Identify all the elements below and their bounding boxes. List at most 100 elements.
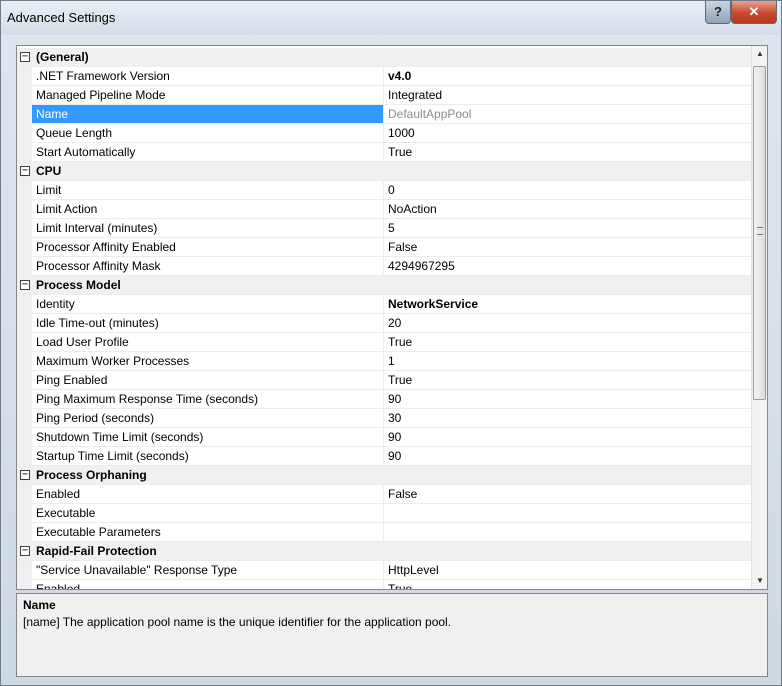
property-value[interactable]: True xyxy=(384,371,751,389)
property-value[interactable]: True xyxy=(384,333,751,351)
property-value[interactable] xyxy=(384,504,751,522)
property-value[interactable]: 30 xyxy=(384,409,751,427)
property-name[interactable]: Identity xyxy=(32,295,384,313)
property-name[interactable]: Processor Affinity Mask xyxy=(32,257,384,275)
property-value[interactable]: 90 xyxy=(384,428,751,446)
property-name[interactable]: Startup Time Limit (seconds) xyxy=(32,447,384,465)
property-value[interactable]: Integrated xyxy=(384,86,751,104)
property-name[interactable]: Processor Affinity Enabled xyxy=(32,238,384,256)
title-bar[interactable]: Advanced Settings ? ✕ xyxy=(1,1,781,35)
property-value[interactable]: NetworkService xyxy=(384,295,751,313)
property-row[interactable]: Limit 0 xyxy=(17,181,751,200)
property-row[interactable]: Ping Period (seconds) 30 xyxy=(17,409,751,428)
help-button[interactable]: ? xyxy=(705,1,731,24)
property-name[interactable]: Executable Parameters xyxy=(32,523,384,541)
property-value[interactable]: False xyxy=(384,485,751,503)
property-row[interactable]: Identity NetworkService xyxy=(17,295,751,314)
category-row[interactable]: − Process Orphaning xyxy=(17,466,751,485)
collapse-toggle-icon[interactable]: − xyxy=(20,52,30,62)
property-value[interactable] xyxy=(384,523,751,541)
property-name[interactable]: Limit xyxy=(32,181,384,199)
property-value[interactable]: 90 xyxy=(384,447,751,465)
collapse-toggle-icon[interactable]: − xyxy=(20,166,30,176)
property-row[interactable]: Executable Parameters xyxy=(17,523,751,542)
collapse-toggle-icon[interactable]: − xyxy=(20,470,30,480)
row-gutter xyxy=(17,352,32,371)
property-name[interactable]: Maximum Worker Processes xyxy=(32,352,384,370)
property-value[interactable]: NoAction xyxy=(384,200,751,218)
property-row[interactable]: "Service Unavailable" Response Type HttpL… xyxy=(17,561,751,580)
property-name[interactable]: Idle Time-out (minutes) xyxy=(32,314,384,332)
property-row[interactable]: Startup Time Limit (seconds) 90 xyxy=(17,447,751,466)
property-value[interactable]: True xyxy=(384,143,751,161)
property-value[interactable]: False xyxy=(384,238,751,256)
property-name[interactable]: Executable xyxy=(32,504,384,522)
property-name[interactable]: Load User Profile xyxy=(32,333,384,351)
row-gutter xyxy=(17,143,32,162)
property-row[interactable]: Maximum Worker Processes 1 xyxy=(17,352,751,371)
collapse-toggle-icon[interactable]: − xyxy=(20,280,30,290)
property-row[interactable]: Enabled False xyxy=(17,485,751,504)
property-name[interactable]: Enabled xyxy=(32,485,384,503)
row-gutter xyxy=(17,409,32,428)
close-button[interactable]: ✕ xyxy=(731,1,777,24)
property-row[interactable]: Ping Enabled True xyxy=(17,371,751,390)
category-row[interactable]: − Rapid-Fail Protection xyxy=(17,542,751,561)
property-value[interactable]: True xyxy=(384,580,751,589)
property-row[interactable]: Managed Pipeline Mode Integrated xyxy=(17,86,751,105)
property-name[interactable]: Limit Action xyxy=(32,200,384,218)
property-name[interactable]: Ping Maximum Response Time (seconds) xyxy=(32,390,384,408)
scroll-down-arrow-icon[interactable]: ▼ xyxy=(752,573,767,589)
vertical-scrollbar[interactable]: ▲ ▼ xyxy=(751,46,767,589)
property-name[interactable]: Name xyxy=(32,105,384,123)
property-name[interactable]: Queue Length xyxy=(32,124,384,142)
property-name[interactable]: Enabled xyxy=(32,580,384,589)
property-name[interactable]: "Service Unavailable" Response Type xyxy=(32,561,384,579)
property-name[interactable]: Ping Enabled xyxy=(32,371,384,389)
property-row[interactable]: Processor Affinity Mask 4294967295 xyxy=(17,257,751,276)
property-value[interactable]: 90 xyxy=(384,390,751,408)
scrollbar-thumb[interactable] xyxy=(753,66,766,400)
row-gutter xyxy=(17,238,32,257)
property-value[interactable]: 20 xyxy=(384,314,751,332)
property-name[interactable]: Managed Pipeline Mode xyxy=(32,86,384,104)
property-value[interactable]: v4.0 xyxy=(384,67,751,85)
property-name[interactable]: Shutdown Time Limit (seconds) xyxy=(32,428,384,446)
category-label: (General) xyxy=(36,50,89,64)
row-gutter xyxy=(17,523,32,542)
property-row[interactable]: Start Automatically True xyxy=(17,143,751,162)
property-row[interactable]: Name DefaultAppPool xyxy=(17,105,751,124)
row-gutter xyxy=(17,314,32,333)
property-row[interactable]: Processor Affinity Enabled False xyxy=(17,238,751,257)
category-row[interactable]: − (General) xyxy=(17,48,751,67)
property-row[interactable]: Idle Time-out (minutes) 20 xyxy=(17,314,751,333)
property-name[interactable]: Limit Interval (minutes) xyxy=(32,219,384,237)
property-name[interactable]: .NET Framework Version xyxy=(32,67,384,85)
property-name[interactable]: Ping Period (seconds) xyxy=(32,409,384,427)
property-row[interactable]: Queue Length 1000 xyxy=(17,124,751,143)
property-value[interactable]: 5 xyxy=(384,219,751,237)
collapse-toggle-icon[interactable]: − xyxy=(20,546,30,556)
property-row[interactable]: Limit Interval (minutes) 5 xyxy=(17,219,751,238)
property-row[interactable]: Enabled True xyxy=(17,580,751,589)
property-row[interactable]: Shutdown Time Limit (seconds) 90 xyxy=(17,428,751,447)
category-label: Process Model xyxy=(36,278,121,292)
window-title: Advanced Settings xyxy=(7,10,116,25)
property-name[interactable]: Start Automatically xyxy=(32,143,384,161)
property-value[interactable]: HttpLevel xyxy=(384,561,751,579)
property-value[interactable]: 4294967295 xyxy=(384,257,751,275)
row-gutter xyxy=(17,333,32,352)
property-row[interactable]: Ping Maximum Response Time (seconds) 90 xyxy=(17,390,751,409)
property-value[interactable]: 1 xyxy=(384,352,751,370)
property-row[interactable]: .NET Framework Version v4.0 xyxy=(17,67,751,86)
property-value[interactable]: 1000 xyxy=(384,124,751,142)
property-row[interactable]: Limit Action NoAction xyxy=(17,200,751,219)
property-row[interactable]: Executable xyxy=(17,504,751,523)
property-row[interactable]: Load User Profile True xyxy=(17,333,751,352)
property-value[interactable]: DefaultAppPool xyxy=(384,105,751,123)
category-row[interactable]: − CPU xyxy=(17,162,751,181)
scroll-up-arrow-icon[interactable]: ▲ xyxy=(752,46,767,62)
property-value[interactable]: 0 xyxy=(384,181,751,199)
row-gutter xyxy=(17,485,32,504)
category-row[interactable]: − Process Model xyxy=(17,276,751,295)
